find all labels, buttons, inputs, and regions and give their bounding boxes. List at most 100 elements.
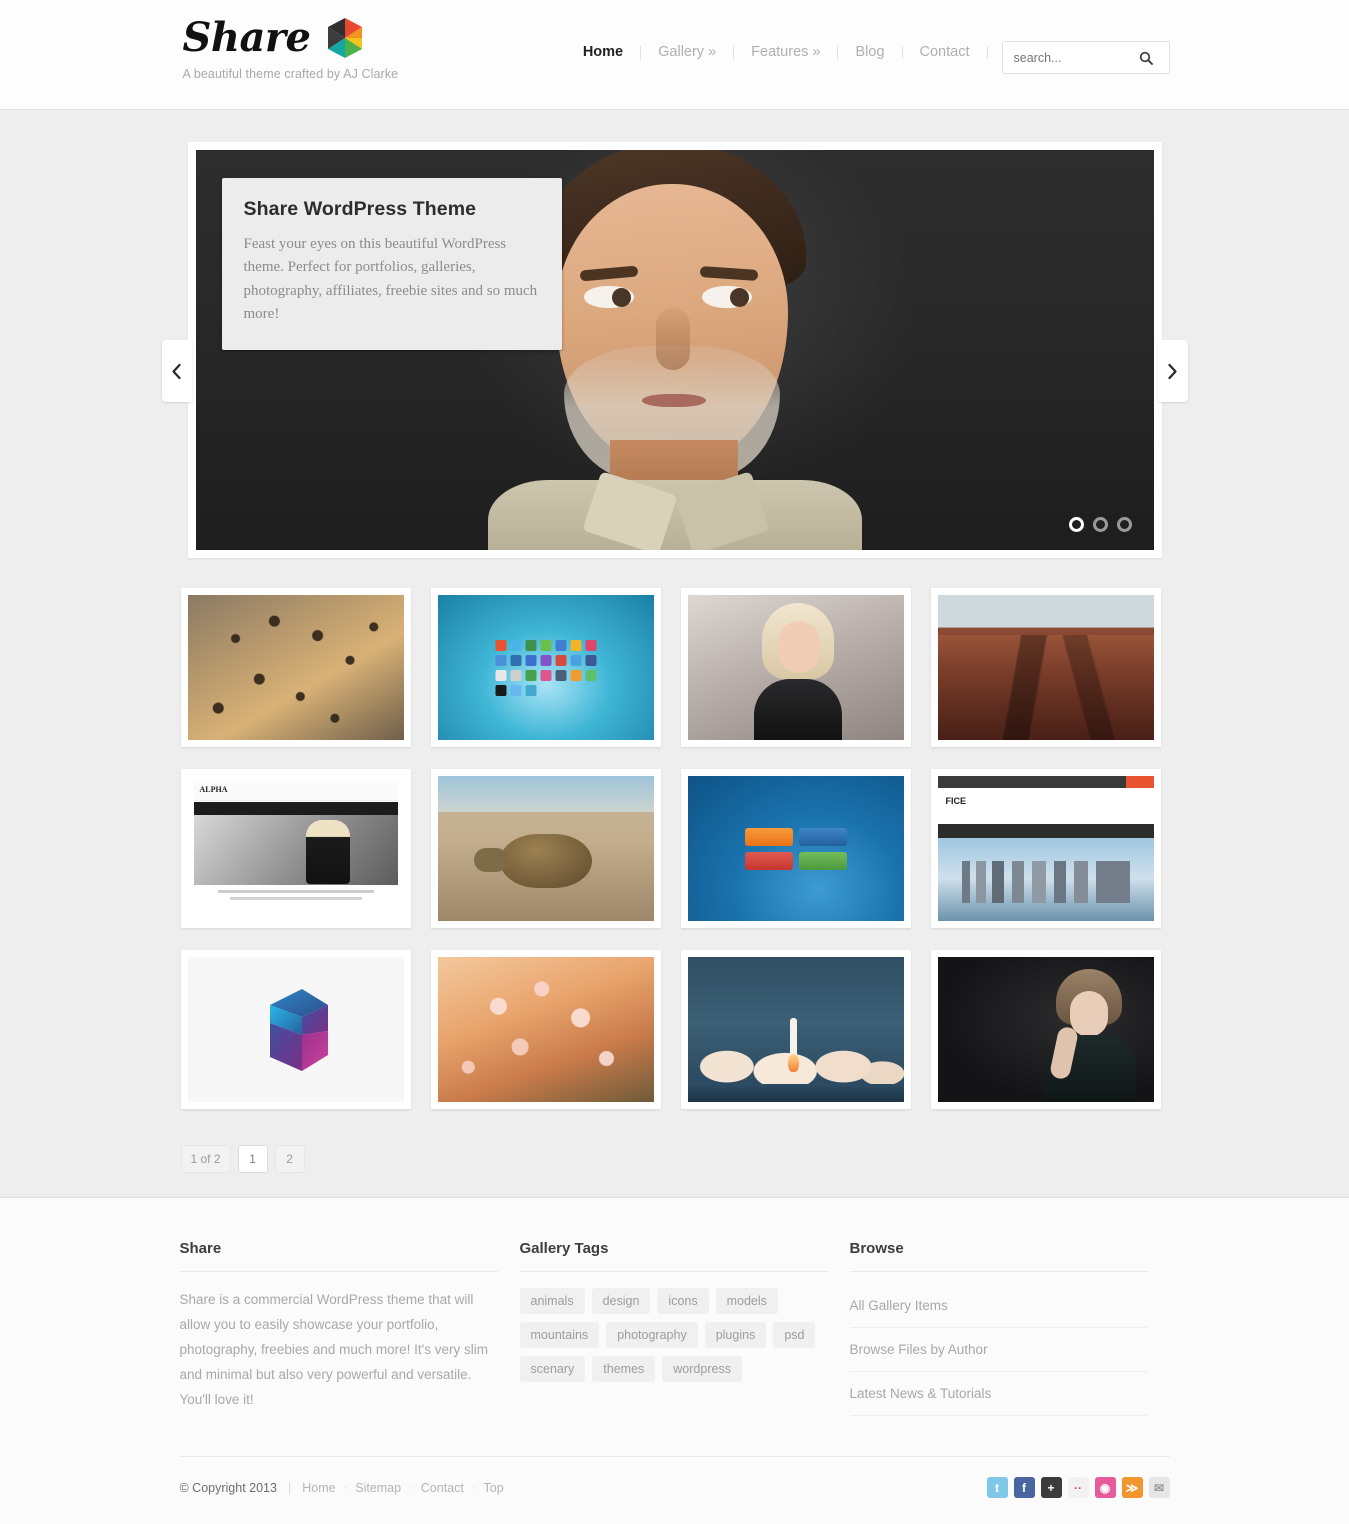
thumbnail-image bbox=[937, 957, 1154, 1102]
browse-link-all-gallery-items[interactable]: All Gallery Items bbox=[849, 1284, 1148, 1328]
footer-heading-gallery-tags: Gallery Tags bbox=[519, 1240, 828, 1272]
search-input[interactable] bbox=[1002, 50, 1131, 65]
featured-slider: Share WordPress Theme Feast your eyes on… bbox=[161, 142, 1188, 558]
footer-link-home[interactable]: Home bbox=[302, 1481, 335, 1495]
flickr-icon[interactable]: ·· bbox=[1067, 1477, 1089, 1498]
logo-block[interactable]: Share A beautiful theme crafted by AJ Cl… bbox=[182, 14, 399, 82]
thumbnail-image bbox=[437, 776, 654, 921]
tag-design[interactable]: design bbox=[591, 1288, 651, 1314]
browse-links: All Gallery Items Browse Files by Author… bbox=[849, 1284, 1148, 1416]
footer-column-browse: Browse All Gallery Items Browse Files by… bbox=[849, 1240, 1170, 1416]
slider-dot-1[interactable] bbox=[1068, 517, 1084, 532]
gallery-grid: ALPHA FICE bbox=[180, 558, 1170, 1109]
search-button[interactable] bbox=[1131, 42, 1161, 73]
footer-link-separator: · bbox=[471, 1481, 476, 1494]
gallery-item-tortoise-photo[interactable] bbox=[430, 769, 661, 928]
tag-cloud: animals design icons models mountains ph… bbox=[519, 1288, 828, 1382]
pagination-page-1[interactable]: 1 bbox=[237, 1145, 268, 1173]
gallery-item-blonde-model-photo[interactable] bbox=[680, 588, 911, 747]
thumbnail-image bbox=[437, 957, 654, 1102]
pagination-page-2[interactable]: 2 bbox=[274, 1145, 305, 1173]
site-tagline: A beautiful theme crafted by AJ Clarke bbox=[182, 67, 399, 81]
slide-caption-title: Share WordPress Theme bbox=[243, 198, 477, 220]
slider-section: Share WordPress Theme Feast your eyes on… bbox=[161, 110, 1188, 558]
thumbnail-image bbox=[687, 776, 904, 921]
nav-item-home[interactable]: Home bbox=[566, 44, 640, 60]
site-footer: Share Share is a commercial WordPress th… bbox=[0, 1198, 1349, 1524]
thumbnail-image bbox=[937, 595, 1154, 740]
footer-link-contact[interactable]: Contact bbox=[421, 1481, 464, 1495]
hexagon-pinwheel-icon bbox=[328, 18, 363, 58]
gallery-item-fice-theme-screenshot[interactable]: FICE bbox=[930, 769, 1161, 928]
gallery-item-s-logo-design[interactable] bbox=[180, 950, 411, 1109]
slider-prev-button[interactable] bbox=[161, 340, 192, 402]
thumbnail-image bbox=[437, 595, 654, 740]
site-header: Share A beautiful theme crafted by AJ Cl… bbox=[0, 0, 1349, 110]
slide-1[interactable]: Share WordPress Theme Feast your eyes on… bbox=[195, 150, 1154, 550]
thumbnail-image bbox=[187, 595, 404, 740]
copyright-divider: | bbox=[287, 1480, 292, 1495]
logo-text: Share bbox=[182, 14, 311, 61]
nav-divider bbox=[986, 45, 988, 59]
browse-link-files-by-author[interactable]: Browse Files by Author bbox=[849, 1328, 1148, 1372]
s-logo-icon bbox=[269, 988, 328, 1071]
nav-item-gallery[interactable]: Gallery » bbox=[641, 44, 733, 60]
chevron-right-icon bbox=[1168, 363, 1177, 379]
slider-dot-2[interactable] bbox=[1092, 517, 1108, 532]
thumbnail-image: FICE bbox=[937, 776, 1154, 921]
chevron-left-icon bbox=[172, 363, 181, 379]
footer-heading-browse: Browse bbox=[849, 1240, 1148, 1272]
slide-caption-text: Feast your eyes on this beautiful WordPr… bbox=[243, 236, 538, 322]
copyright-bar: © Copyright 2013 | Home · Sitemap · Cont… bbox=[179, 1456, 1170, 1524]
tag-icons[interactable]: icons bbox=[657, 1288, 709, 1314]
slider-pagination-dots bbox=[1068, 517, 1132, 532]
nav-item-features[interactable]: Features » bbox=[734, 44, 837, 60]
footer-about-text: Share is a commercial WordPress theme th… bbox=[179, 1292, 488, 1407]
main-navigation: Home Gallery » Features » Blog Contact bbox=[566, 44, 988, 60]
slider-next-button[interactable] bbox=[1157, 340, 1188, 402]
gallery-item-shuttle-launch-photo[interactable] bbox=[680, 950, 911, 1109]
footer-column-gallery-tags: Gallery Tags animals design icons models… bbox=[519, 1240, 850, 1416]
rss-icon[interactable]: ≫ bbox=[1121, 1477, 1143, 1498]
footer-column-share: Share Share is a commercial WordPress th… bbox=[179, 1240, 520, 1416]
footer-link-separator: · bbox=[409, 1481, 413, 1494]
footer-heading-share: Share bbox=[179, 1240, 498, 1272]
nav-item-blog[interactable]: Blog bbox=[838, 44, 901, 60]
gallery-item-social-icons-set[interactable] bbox=[430, 588, 661, 747]
nav-item-contact[interactable]: Contact bbox=[903, 44, 987, 60]
tag-animals[interactable]: animals bbox=[519, 1288, 585, 1314]
tag-themes[interactable]: themes bbox=[592, 1356, 656, 1382]
email-icon[interactable]: ✉ bbox=[1148, 1477, 1170, 1498]
tag-wordpress[interactable]: wordpress bbox=[662, 1356, 742, 1382]
tag-plugins[interactable]: plugins bbox=[704, 1322, 767, 1348]
search-box[interactable] bbox=[1001, 41, 1170, 74]
tag-scenary[interactable]: scenary bbox=[519, 1356, 586, 1382]
thumbnail-image bbox=[687, 595, 904, 740]
thumbnail-image bbox=[687, 957, 904, 1102]
gallery-item-blossom-photo[interactable] bbox=[430, 950, 661, 1109]
gallery-item-alpha-theme-screenshot[interactable]: ALPHA bbox=[180, 769, 411, 928]
twitter-icon[interactable]: t bbox=[986, 1477, 1008, 1498]
tag-photography[interactable]: photography bbox=[606, 1322, 698, 1348]
facebook-icon[interactable]: f bbox=[1013, 1477, 1035, 1498]
google-plus-icon[interactable]: + bbox=[1040, 1477, 1062, 1498]
gallery-item-brunette-model-photo[interactable] bbox=[930, 950, 1161, 1109]
tag-models[interactable]: models bbox=[715, 1288, 778, 1314]
browse-link-latest-news[interactable]: Latest News & Tutorials bbox=[849, 1372, 1148, 1416]
icon-mosaic bbox=[495, 639, 596, 696]
pagination-summary: 1 of 2 bbox=[180, 1145, 231, 1173]
dribbble-icon[interactable]: ◉ bbox=[1094, 1477, 1116, 1498]
tag-mountains[interactable]: mountains bbox=[519, 1322, 600, 1348]
gallery-item-leopard-photo[interactable] bbox=[180, 588, 411, 747]
gallery-item-buttons-psd[interactable] bbox=[680, 769, 911, 928]
thumbnail-image bbox=[187, 957, 404, 1102]
slider-dot-3[interactable] bbox=[1116, 517, 1132, 532]
footer-link-separator: · bbox=[343, 1481, 348, 1494]
gallery-item-canyon-photo[interactable] bbox=[930, 588, 1161, 747]
footer-link-sitemap[interactable]: Sitemap bbox=[355, 1481, 401, 1495]
tag-psd[interactable]: psd bbox=[773, 1322, 816, 1348]
slide-caption: Share WordPress Theme Feast your eyes on… bbox=[221, 178, 562, 350]
footer-link-top[interactable]: Top bbox=[484, 1481, 504, 1495]
search-icon bbox=[1139, 51, 1153, 65]
page-body: Share WordPress Theme Feast your eyes on… bbox=[0, 110, 1349, 1198]
